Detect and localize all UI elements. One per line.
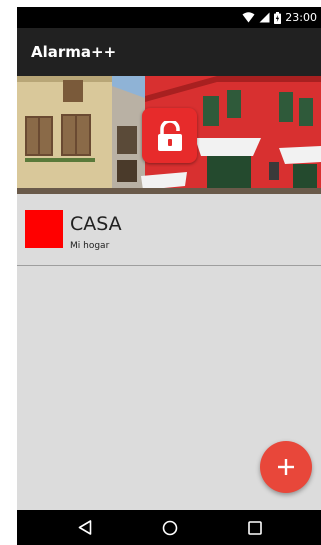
status-time: 23:00: [285, 11, 317, 24]
status-bar: 23:00: [17, 7, 321, 28]
home-icon: [162, 520, 178, 536]
phone-screen: 23:00 Alarma++ CASA Mi hogar: [17, 7, 321, 545]
navigation-bar: [17, 510, 321, 545]
back-icon: [78, 520, 92, 535]
wifi-icon: [242, 12, 255, 23]
back-button[interactable]: [60, 510, 110, 545]
cell-signal-icon: [259, 12, 270, 23]
item-color-swatch: [25, 210, 63, 248]
lock-status-button[interactable]: [142, 108, 197, 163]
recents-icon: [248, 520, 262, 535]
header-image: [17, 76, 321, 194]
recents-button[interactable]: [230, 510, 280, 545]
home-button[interactable]: [145, 510, 195, 545]
plus-icon: [278, 459, 294, 475]
app-title: Alarma++: [31, 43, 117, 61]
add-button[interactable]: [260, 441, 312, 493]
item-subtitle: Mi hogar: [70, 241, 110, 251]
item-title: CASA: [70, 213, 122, 235]
battery-icon: [274, 11, 282, 24]
app-bar: Alarma++: [17, 28, 321, 76]
unlocked-padlock-icon: [157, 120, 183, 151]
list-item[interactable]: CASA Mi hogar: [17, 194, 321, 266]
